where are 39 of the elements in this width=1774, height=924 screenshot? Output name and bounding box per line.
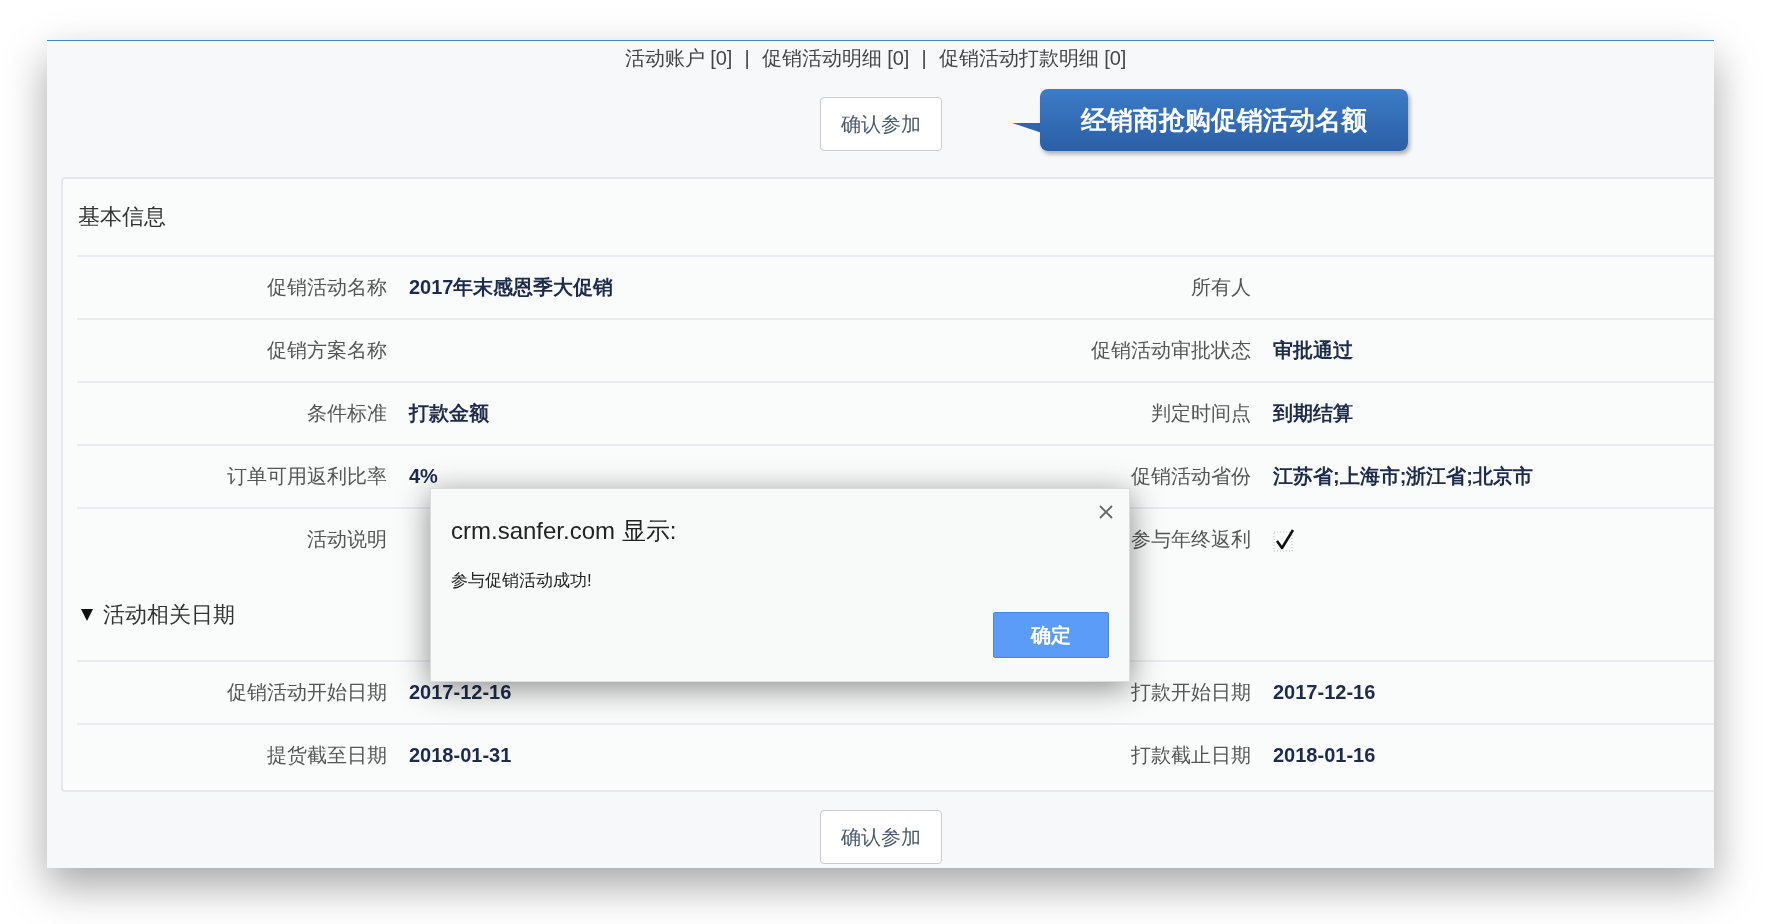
field-value: 2017-12-16 bbox=[409, 681, 512, 703]
field-label: 打款截止日期 bbox=[1130, 743, 1251, 768]
field-label: 提货截至日期 bbox=[266, 743, 387, 768]
field-label: 判定时间点 bbox=[1150, 401, 1251, 426]
dialog-message: 参与促销活动成功! bbox=[451, 570, 593, 592]
field-value: 2018-01-31 bbox=[409, 744, 512, 766]
confirm-button[interactable]: 确认参加 bbox=[819, 97, 942, 151]
field-label: 活动说明 bbox=[306, 527, 387, 552]
field-label: 促销活动省份 bbox=[1130, 464, 1251, 489]
field-label: 订单可用返利比率 bbox=[226, 464, 387, 489]
section-title: 基本信息 bbox=[77, 203, 167, 231]
field-label: 促销活动审批状态 bbox=[1090, 338, 1251, 363]
field-value: 江苏省;上海市;浙江省;北京市 bbox=[1273, 465, 1533, 487]
callout: 经销商抢购促销活动名额 bbox=[1040, 89, 1408, 151]
field-value: 2017年末感恩季大促销 bbox=[409, 276, 614, 298]
separator: | bbox=[744, 46, 750, 70]
field-label: 参与年终返利 bbox=[1130, 527, 1251, 552]
field-label: 所有人 bbox=[1190, 275, 1251, 300]
field-label: 促销方案名称 bbox=[266, 338, 387, 363]
tab-link[interactable]: 活动账户 [0] bbox=[624, 44, 733, 72]
field-label: 促销活动开始日期 bbox=[226, 680, 387, 705]
confirm-button[interactable]: 确认参加 bbox=[819, 810, 942, 864]
field-value: 2018-01-16 bbox=[1273, 744, 1376, 766]
section-title[interactable]: 活动相关日期 bbox=[103, 600, 235, 630]
checkbox[interactable] bbox=[1273, 527, 1295, 552]
field-value: 到期结算 bbox=[1273, 402, 1353, 424]
field-value: 打款金额 bbox=[409, 402, 489, 424]
tab-link[interactable]: 促销活动明细 [0] bbox=[761, 44, 910, 72]
caret-icon[interactable] bbox=[81, 609, 93, 621]
separator: | bbox=[921, 46, 927, 70]
close-icon[interactable] bbox=[1099, 505, 1113, 519]
field-value: 审批通过 bbox=[1273, 339, 1353, 361]
tab-link[interactable]: 促销活动打款明细 [0] bbox=[938, 44, 1127, 72]
field-value: 4% bbox=[409, 465, 438, 487]
dialog-title: crm.sanfer.com 显示: bbox=[451, 516, 677, 546]
field-label: 打款开始日期 bbox=[1130, 680, 1251, 705]
field-value: 2017-12-16 bbox=[1273, 681, 1376, 703]
field-label: 条件标准 bbox=[306, 401, 387, 426]
field-label: 促销活动名称 bbox=[266, 275, 387, 300]
